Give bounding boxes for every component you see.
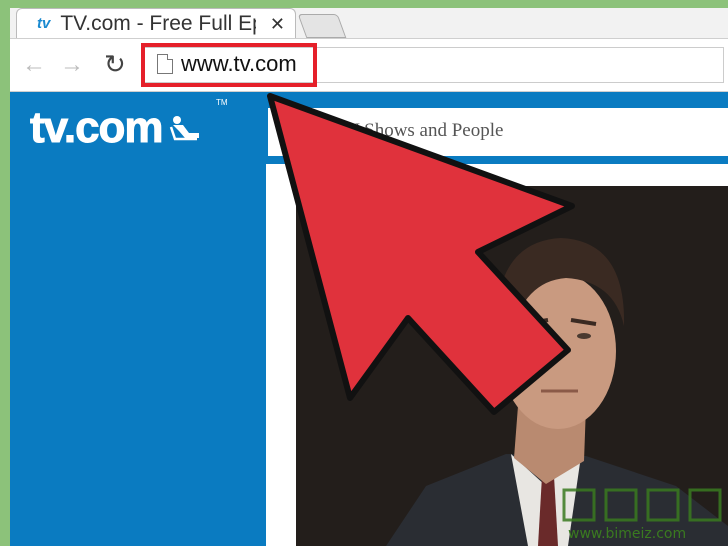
logo-text: tv.com — [30, 103, 165, 153]
url-text[interactable]: www.tv.com — [181, 51, 297, 77]
back-arrow-icon[interactable]: ← — [22, 51, 46, 79]
browser-tab[interactable]: tv TV.com - Free Full Ep ✕ — [16, 8, 296, 38]
search-placeholder: V Shows and People — [346, 120, 504, 141]
browser-toolbar: ← → ↻ www.tv.com — [10, 38, 728, 92]
web-page: tv.com TM V Shows and People — [10, 92, 728, 546]
site-header: tv.com TM V Shows and People — [10, 92, 728, 164]
actor-portrait — [296, 186, 728, 546]
hero-image[interactable] — [296, 186, 728, 546]
forward-arrow-icon[interactable]: → — [60, 51, 84, 79]
tab-strip: tv TV.com - Free Full Ep ✕ — [10, 8, 728, 38]
site-search-input[interactable]: V Shows and People — [268, 104, 728, 156]
close-tab-icon[interactable]: ✕ — [270, 14, 285, 35]
tab-title: TV.com - Free Full Ep — [60, 11, 257, 35]
tvcom-logo[interactable]: tv.com — [30, 98, 203, 158]
page-icon — [157, 54, 173, 74]
tv-favicon-icon: tv — [37, 15, 51, 32]
recliner-man-icon — [169, 116, 199, 141]
trademark-label: TM — [216, 98, 228, 107]
watermark-url: www.bimeiz.com — [568, 526, 687, 542]
main-content — [266, 164, 728, 546]
new-tab-button[interactable] — [297, 14, 347, 38]
address-bar[interactable]: www.tv.com — [141, 43, 724, 87]
browser-window: tv TV.com - Free Full Ep ✕ ← → ↻ www.tv.… — [10, 8, 728, 546]
reload-icon[interactable]: ↻ — [104, 49, 126, 80]
sidebar — [10, 164, 266, 546]
